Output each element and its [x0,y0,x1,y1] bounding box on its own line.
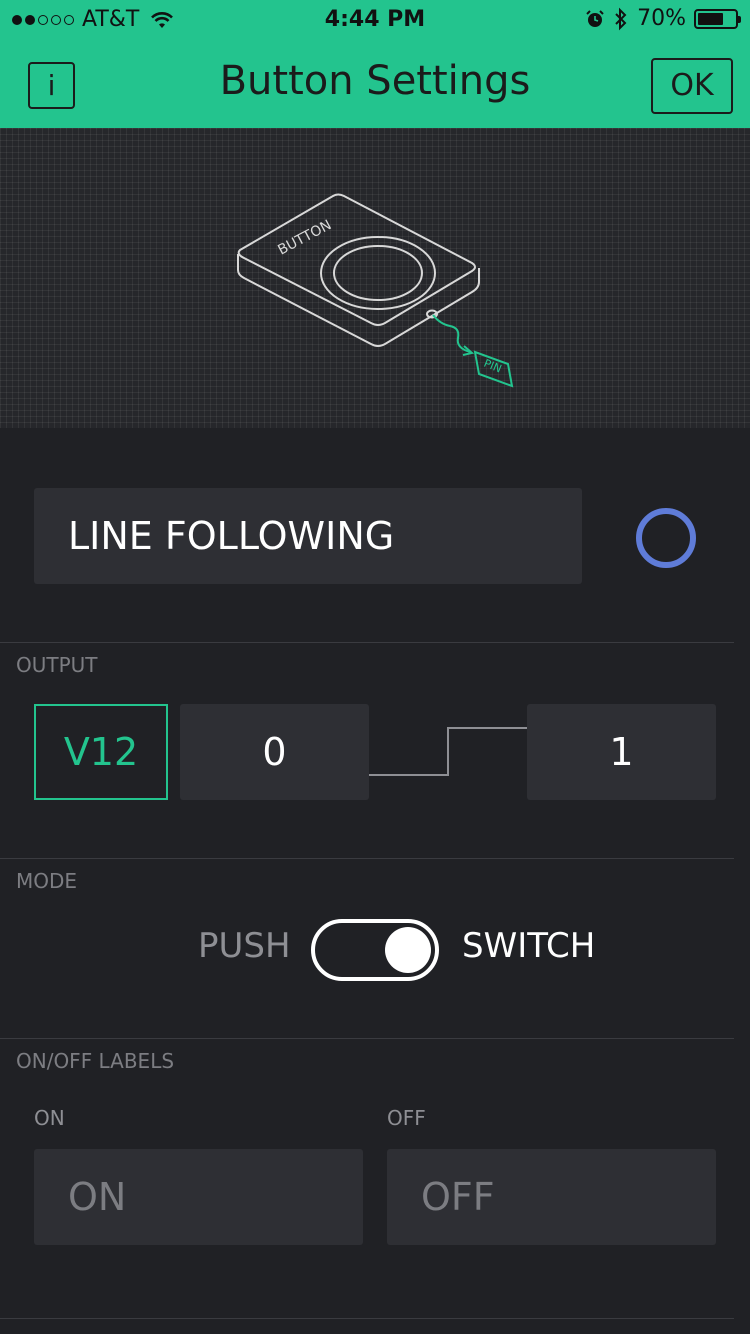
page-title: Button Settings [219,58,531,104]
battery-fill [698,12,724,25]
divider [0,642,734,643]
on-label-caption: ON [34,1106,65,1130]
battery-percent: 70% [637,6,686,31]
widget-name-field[interactable]: LINE FOLLOWING [34,488,582,584]
status-bar: AT&T 4:44 PM 70% [0,0,750,40]
button-device-illustration: BUTTON PIN [237,193,514,388]
divider [0,1038,734,1039]
alarm-icon [586,9,604,27]
battery-icon [694,8,741,29]
bluetooth-icon [615,7,627,30]
nav-bar: i Button Settings OK [0,40,750,128]
divider [0,858,734,859]
mode-toggle[interactable] [311,919,439,981]
ok-button[interactable]: OK [651,58,733,114]
output-section-label: OUTPUT [16,653,98,677]
divider [0,1318,734,1319]
color-picker-button[interactable] [636,508,696,568]
off-label-input[interactable] [387,1149,716,1245]
labels-section-label: ON/OFF LABELS [16,1049,175,1073]
status-right: 70% [585,6,741,31]
off-label-caption: OFF [387,1106,426,1130]
button-illustration: BUTTON PIN [0,128,750,428]
mode-switch-label[interactable]: SWITCH [462,926,595,966]
header: AT&T 4:44 PM 70% i Button Settings OK [0,0,750,128]
mode-push-label[interactable]: PUSH [198,926,291,966]
pin-label: PIN [482,357,504,376]
mode-section-label: MODE [16,869,78,893]
pin-selector[interactable]: V12 [34,704,168,800]
on-label-input[interactable] [34,1149,363,1245]
high-value-field[interactable]: 1 [527,704,716,800]
toggle-knob [385,927,431,973]
low-value-field[interactable]: 0 [180,704,369,800]
